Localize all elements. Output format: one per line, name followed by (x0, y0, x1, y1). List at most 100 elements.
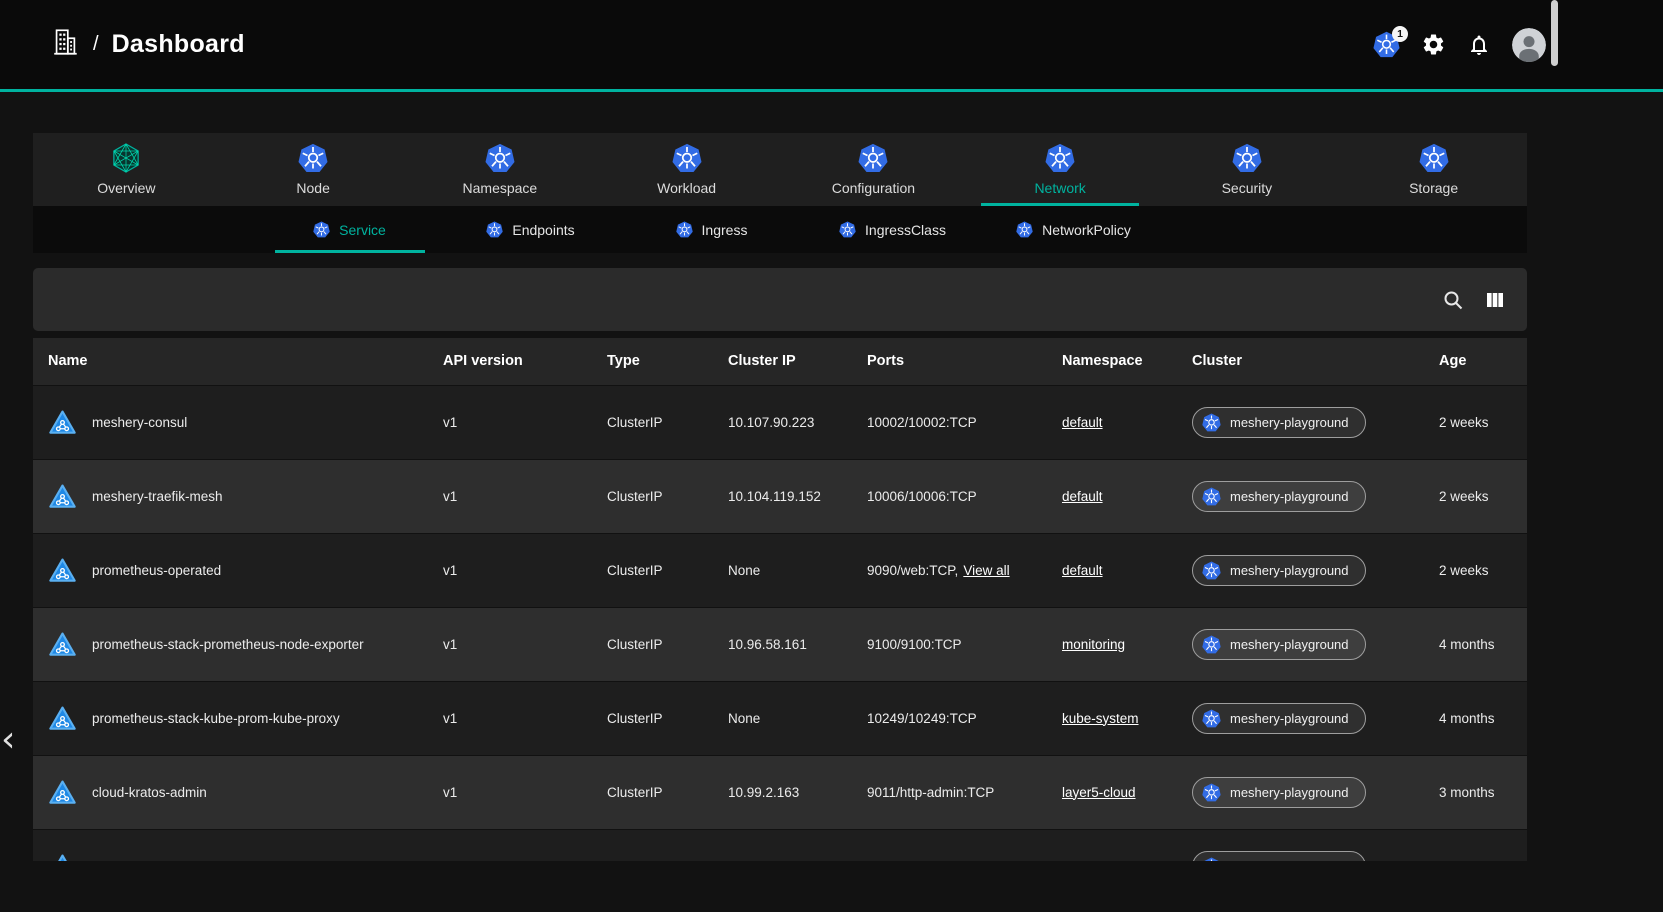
column-header-api-version: API version (435, 338, 599, 385)
notifications-button[interactable] (1467, 33, 1491, 57)
namespace-link[interactable]: meshery (1062, 859, 1114, 861)
subtab-label: Service (339, 222, 386, 238)
ports: 9090/web:TCP, (867, 563, 958, 578)
tab-workload[interactable]: Workload (593, 133, 780, 206)
cluster-chip[interactable]: meshery-playground (1192, 555, 1366, 586)
namespace-link[interactable]: default (1062, 489, 1103, 504)
service-resource-icon (48, 631, 77, 658)
kubernetes-logo-icon (1202, 709, 1221, 728)
service-resource-icon (48, 557, 77, 584)
tab-label: Node (296, 180, 329, 196)
search-button[interactable] (1441, 288, 1465, 312)
resource-category-tabs: Overview Node Namespace Workload Configu… (33, 133, 1527, 206)
kubernetes-logo-icon (486, 221, 503, 238)
cluster-ip: 10.96.58.161 (720, 607, 859, 681)
service-type: ClusterIP (599, 385, 720, 459)
kubernetes-logo-icon (858, 143, 888, 173)
service-resource-icon (48, 779, 77, 806)
settings-button[interactable] (1421, 32, 1446, 57)
cluster-name: meshery-playground (1230, 785, 1349, 800)
namespace-link[interactable]: default (1062, 563, 1103, 578)
table-header-row: NameAPI versionTypeCluster IPPortsNamesp… (33, 338, 1527, 385)
service-name: cloud-kratos-admin (92, 785, 207, 800)
person-icon (1512, 28, 1546, 62)
kubernetes-logo-icon (1016, 221, 1033, 238)
namespace-link[interactable]: default (1062, 415, 1103, 430)
kubernetes-logo-icon (298, 143, 328, 173)
tab-configuration[interactable]: Configuration (780, 133, 967, 206)
user-avatar[interactable] (1512, 28, 1546, 62)
kubernetes-context-button[interactable]: 1 (1373, 31, 1400, 58)
kubernetes-logo-icon (672, 143, 702, 173)
cluster-chip[interactable]: meshery-playground (1192, 777, 1366, 808)
table-row: prometheus-stack-kube-prom-kube-proxy v1… (33, 681, 1527, 755)
age: 2 weeks (1431, 533, 1527, 607)
cluster-name: meshery-playground (1230, 859, 1349, 861)
cluster-chip[interactable]: meshery-playground (1192, 703, 1366, 734)
column-header-namespace: Namespace (1054, 338, 1184, 385)
service-resource-icon (48, 483, 77, 510)
kubernetes-logo-icon (1232, 143, 1262, 173)
subtab-networkpolicy[interactable]: NetworkPolicy (983, 206, 1164, 253)
column-header-type: Type (599, 338, 720, 385)
tab-namespace[interactable]: Namespace (407, 133, 594, 206)
kubernetes-logo-icon (1202, 783, 1221, 802)
column-header-cluster: Cluster (1184, 338, 1431, 385)
cluster-chip[interactable]: meshery-playground (1192, 481, 1366, 512)
api-version: v1 (435, 681, 599, 755)
age: 4 months (1431, 681, 1527, 755)
tab-network[interactable]: Network (967, 133, 1154, 206)
tab-label: Configuration (832, 180, 915, 196)
age: 3 months (1431, 755, 1527, 829)
service-type: ClusterIP (599, 755, 720, 829)
column-header-age: Age (1431, 338, 1527, 385)
app-header: / Dashboard 1 (0, 0, 1663, 89)
subtab-endpoints[interactable]: Endpoints (440, 206, 621, 253)
cluster-name: meshery-playground (1230, 415, 1349, 430)
column-header-cluster-ip: Cluster IP (720, 338, 859, 385)
view-columns-icon (1483, 288, 1507, 312)
subtab-ingress[interactable]: Ingress (621, 206, 802, 253)
service-name: prometheus-stack-kube-prom-kube-proxy (92, 711, 340, 726)
services-table: NameAPI versionTypeCluster IPPortsNamesp… (33, 338, 1527, 861)
ports: 10249/10249:TCP (867, 711, 977, 726)
subtab-label: IngressClass (865, 222, 946, 238)
view-columns-button[interactable] (1483, 288, 1507, 312)
tab-label: Network (1034, 180, 1085, 196)
cluster-chip[interactable]: meshery-playground (1192, 407, 1366, 438)
namespace-link[interactable]: kube-system (1062, 711, 1139, 726)
context-count-badge: 1 (1392, 26, 1408, 42)
kubernetes-logo-icon (1202, 487, 1221, 506)
age (1431, 829, 1527, 861)
subtab-label: Endpoints (512, 222, 574, 238)
table-row: prometheus-stack-prometheus-node-exporte… (33, 607, 1527, 681)
service-resource-icon (48, 409, 77, 436)
cluster-ip: None (720, 533, 859, 607)
kubernetes-logo-icon (676, 221, 693, 238)
kubernetes-logo-icon (1419, 143, 1449, 173)
service-name: meshery-consul (92, 415, 187, 430)
tab-security[interactable]: Security (1154, 133, 1341, 206)
service-name: prometheus-operated (92, 563, 221, 578)
subtab-service[interactable]: Service (259, 206, 440, 253)
organization-icon[interactable] (50, 27, 80, 62)
column-header-name: Name (33, 338, 435, 385)
cluster-name: meshery-playground (1230, 711, 1349, 726)
tab-overview[interactable]: Overview (33, 133, 220, 206)
tab-node[interactable]: Node (220, 133, 407, 206)
namespace-link[interactable]: layer5-cloud (1062, 785, 1136, 800)
kubernetes-logo-icon (839, 221, 856, 238)
breadcrumb-separator: / (93, 33, 99, 56)
cluster-chip[interactable]: meshery-playground (1192, 851, 1366, 861)
network-resource-subtabs: Service Endpoints Ingress IngressClass N… (33, 206, 1527, 253)
collapse-sidebar-icon[interactable]: ‹ (1, 722, 15, 758)
namespace-link[interactable]: monitoring (1062, 637, 1125, 652)
table-row: cloud-kratos-admin v1 ClusterIP 10.99.2.… (33, 755, 1527, 829)
table-row: meshery-consul v1 ClusterIP 10.107.90.22… (33, 385, 1527, 459)
scrollbar-thumb[interactable] (1551, 0, 1558, 66)
tab-storage[interactable]: Storage (1340, 133, 1527, 206)
kubernetes-logo-icon (1202, 635, 1221, 654)
subtab-ingressclass[interactable]: IngressClass (802, 206, 983, 253)
view-all-link[interactable]: View all (963, 563, 1009, 578)
cluster-chip[interactable]: meshery-playground (1192, 629, 1366, 660)
